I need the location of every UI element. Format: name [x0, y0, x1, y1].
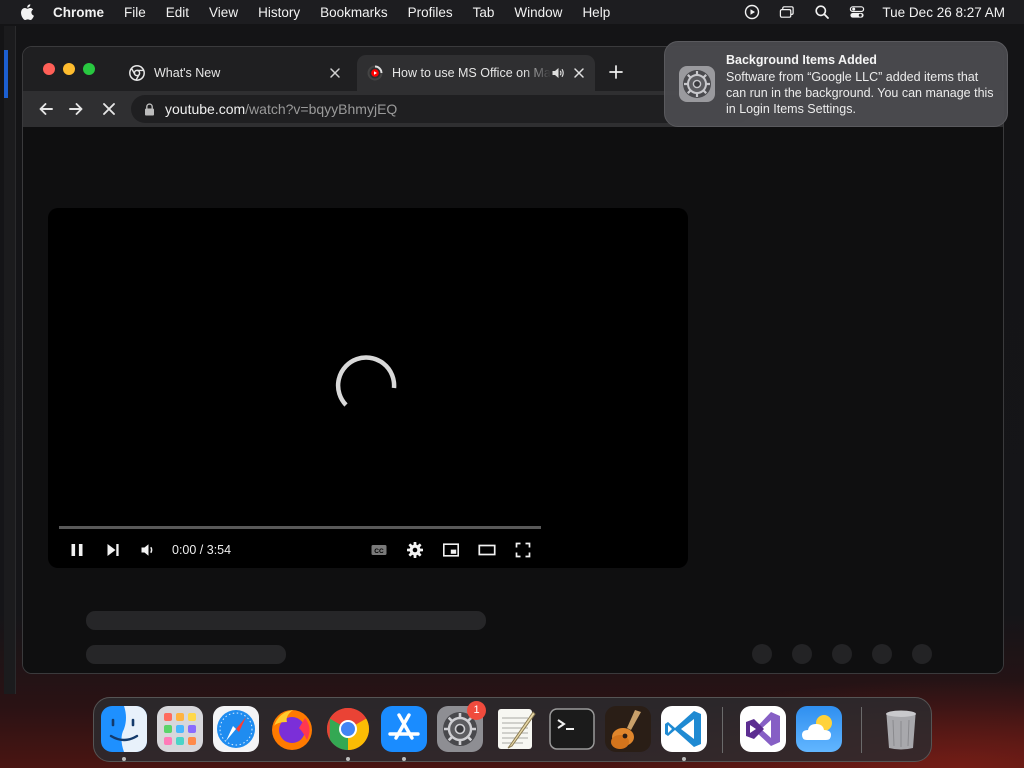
tab-youtube-video[interactable]: How to use MS Office on Mac — [357, 55, 595, 91]
menu-tab[interactable]: Tab — [473, 5, 495, 20]
youtube-loading-favicon-icon — [367, 65, 383, 81]
url-domain: youtube.com — [165, 101, 246, 117]
menu-clock[interactable]: Tue Dec 26 8:27 AM — [882, 5, 1005, 20]
tab-title: How to use MS Office on Mac — [392, 66, 551, 80]
miniplayer-button[interactable] — [442, 541, 460, 559]
action-placeholder-skeleton — [752, 644, 772, 664]
menu-app-name[interactable]: Chrome — [53, 5, 104, 20]
dock-visual-studio-icon[interactable] — [740, 706, 786, 752]
fullscreen-button[interactable] — [514, 541, 532, 559]
dock-weather-icon[interactable] — [796, 706, 842, 752]
dock-terminal-icon[interactable] — [549, 706, 595, 752]
video-player[interactable]: 0:00 / 3:54 CC — [48, 208, 688, 568]
loading-spinner-icon — [335, 355, 397, 407]
close-tab-icon[interactable] — [329, 67, 341, 79]
action-placeholder-skeleton — [912, 644, 932, 664]
dock-separator — [861, 707, 862, 753]
dock-separator — [722, 707, 723, 753]
close-window-button[interactable] — [43, 63, 55, 75]
running-indicator — [122, 757, 126, 761]
url-path: /watch?v=bqyyBhmyjEQ — [245, 101, 398, 117]
control-center-icon[interactable] — [849, 4, 865, 20]
video-time-readout: 0:00 / 3:54 — [172, 543, 232, 557]
system-settings-gear-icon — [679, 66, 715, 102]
next-video-button[interactable] — [104, 541, 122, 559]
menu-view[interactable]: View — [209, 5, 238, 20]
running-indicator — [682, 757, 686, 761]
address-bar[interactable]: youtube.com/watch?v=bqyyBhmyjEQ — [131, 95, 751, 123]
dock-finder-icon[interactable] — [101, 706, 147, 752]
action-placeholder-skeleton — [872, 644, 892, 664]
close-tab-icon[interactable] — [573, 67, 585, 79]
chrome-favicon-icon — [129, 65, 145, 81]
screen-mirroring-icon[interactable] — [779, 4, 795, 20]
dock-garageband-icon[interactable] — [605, 706, 651, 752]
dock-textedit-icon[interactable] — [493, 706, 539, 752]
theater-mode-button[interactable] — [478, 541, 496, 559]
browser-window: What's New How to use MS Office on Mac y… — [22, 46, 1004, 674]
channel-placeholder-skeleton — [86, 645, 286, 664]
minimize-window-button[interactable] — [63, 63, 75, 75]
tab-whats-new[interactable]: What's New — [119, 55, 351, 91]
dock-firefox-icon[interactable] — [269, 706, 315, 752]
notification-title: Background Items Added — [726, 53, 877, 67]
background-items-notification[interactable]: Background Items Added Software from “Go… — [664, 41, 1008, 127]
tab-audio-playing-icon[interactable] — [551, 66, 565, 80]
background-window-edge — [4, 26, 16, 694]
menu-extras: Tue Dec 26 8:27 AM — [725, 0, 1005, 24]
dock-trash-icon[interactable] — [878, 706, 924, 752]
menu-window[interactable]: Window — [514, 5, 562, 20]
notification-body: Software from “Google LLC” added items t… — [726, 70, 994, 116]
dock-chrome-icon[interactable] — [325, 706, 371, 752]
tab-title: What's New — [154, 66, 221, 80]
settings-gear-icon[interactable] — [406, 541, 424, 559]
apple-menu-icon[interactable] — [20, 4, 34, 20]
action-placeholder-skeleton — [832, 644, 852, 664]
forward-arrow-icon[interactable] — [67, 100, 85, 118]
menu-history[interactable]: History — [258, 5, 300, 20]
dock-safari-icon[interactable] — [213, 706, 259, 752]
background-window-accent — [4, 50, 8, 98]
dock-app-store-icon[interactable] — [381, 706, 427, 752]
menu-help[interactable]: Help — [582, 5, 610, 20]
stop-loading-icon[interactable] — [100, 100, 118, 118]
dock-vscode-icon[interactable] — [661, 706, 707, 752]
pause-button[interactable] — [68, 541, 86, 559]
menu-profiles[interactable]: Profiles — [408, 5, 453, 20]
video-progress-bar[interactable] — [59, 526, 541, 529]
running-indicator — [346, 757, 350, 761]
notification-badge: 1 — [467, 701, 486, 720]
web-page-content: 0:00 / 3:54 CC — [23, 127, 1003, 673]
menu-file[interactable]: File — [124, 5, 146, 20]
zoom-window-button[interactable] — [83, 63, 95, 75]
subtitles-button[interactable]: CC — [370, 541, 388, 559]
menu-bookmarks[interactable]: Bookmarks — [320, 5, 388, 20]
dock — [93, 697, 932, 762]
svg-text:CC: CC — [374, 548, 384, 555]
action-placeholder-skeleton — [792, 644, 812, 664]
menu-bar: Chrome File Edit View History Bookmarks … — [0, 0, 1024, 24]
volume-button[interactable] — [139, 541, 157, 559]
lock-icon[interactable] — [144, 102, 155, 116]
media-play-status-icon[interactable] — [744, 4, 760, 20]
running-indicator — [402, 757, 406, 761]
menu-edit[interactable]: Edit — [166, 5, 189, 20]
back-arrow-icon[interactable] — [37, 100, 55, 118]
spotlight-search-icon[interactable] — [814, 4, 830, 20]
new-tab-plus-icon[interactable] — [609, 65, 623, 79]
dock-launchpad-icon[interactable] — [157, 706, 203, 752]
title-placeholder-skeleton — [86, 611, 486, 630]
